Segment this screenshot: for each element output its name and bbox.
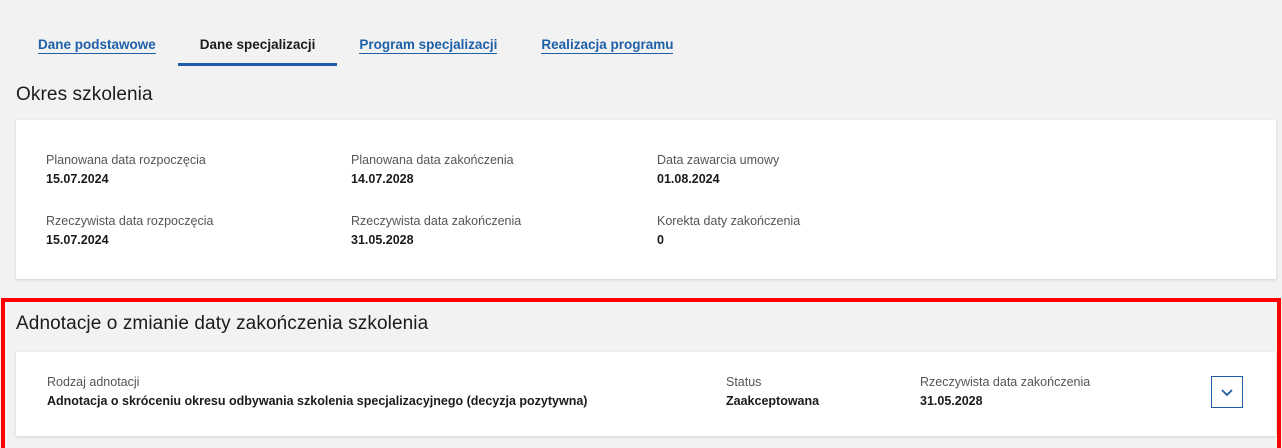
field-label: Korekta daty zakończenia bbox=[657, 214, 801, 228]
tab-bar: Dane podstawowe Dane specjalizacji Progr… bbox=[20, 36, 695, 66]
tab-label: Program specjalizacji bbox=[359, 37, 498, 54]
field-value: 31.05.2028 bbox=[351, 233, 414, 247]
field-label: Planowana data zakończenia bbox=[351, 153, 514, 167]
planowana-data-zakonczenia: Planowana data zakończenia 14.07.2028 bbox=[351, 152, 514, 188]
tab-dane-podstawowe[interactable]: Dane podstawowe bbox=[20, 36, 178, 66]
planowana-data-rozpoczecia: Planowana data rozpoczęcia 15.07.2024 bbox=[46, 152, 206, 188]
tab-program-specjalizacji[interactable]: Program specjalizacji bbox=[337, 36, 519, 66]
data-zawarcia-umowy: Data zawarcia umowy 01.08.2024 bbox=[657, 152, 779, 188]
rzeczywista-data-zakonczenia: Rzeczywista data zakończenia 31.05.2028 bbox=[351, 213, 521, 249]
field-value: 01.08.2024 bbox=[657, 172, 720, 186]
tab-label: Realizacja programu bbox=[541, 37, 674, 54]
field-label: Planowana data rozpoczęcia bbox=[46, 153, 206, 167]
field-value: 15.07.2024 bbox=[46, 172, 109, 186]
field-value: 0 bbox=[657, 233, 664, 247]
field-label: Rzeczywista data rozpoczęcia bbox=[46, 214, 214, 228]
tab-label: Dane podstawowe bbox=[38, 37, 156, 54]
okres-card: Planowana data rozpoczęcia 15.07.2024 Pl… bbox=[16, 120, 1276, 279]
tab-dane-specjalizacji[interactable]: Dane specjalizacji bbox=[177, 36, 338, 66]
rzeczywista-data-rozpoczecia: Rzeczywista data rozpoczęcia 15.07.2024 bbox=[46, 213, 213, 249]
field-label: Rzeczywista data zakończenia bbox=[351, 214, 522, 228]
tab-realizacja-programu[interactable]: Realizacja programu bbox=[519, 36, 695, 66]
highlight-box bbox=[1, 298, 1281, 448]
section-title-okres: Okres szkolenia bbox=[16, 84, 153, 105]
korekta-daty-zakonczenia: Korekta daty zakończenia 0 bbox=[657, 213, 800, 249]
tab-label: Dane specjalizacji bbox=[199, 37, 316, 52]
field-label: Data zawarcia umowy bbox=[657, 153, 780, 167]
field-value: 15.07.2024 bbox=[46, 233, 109, 247]
field-value: 14.07.2028 bbox=[351, 172, 414, 186]
